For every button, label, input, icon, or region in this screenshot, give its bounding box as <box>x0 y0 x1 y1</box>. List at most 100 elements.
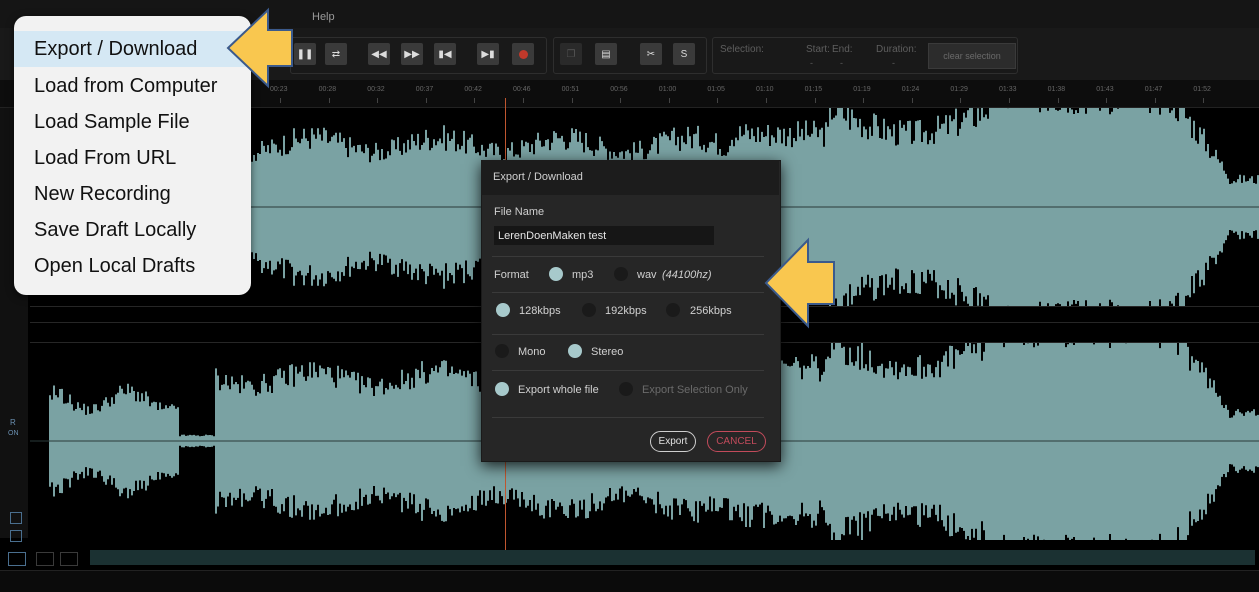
selection-start-label: Start: <box>806 44 830 55</box>
timeline-tick-mark <box>280 98 281 103</box>
timeline-tick: 01:52 <box>1193 86 1211 93</box>
silence-label: S <box>680 48 688 60</box>
timeline-tick-mark <box>1057 98 1059 103</box>
skip-start-button[interactable]: ▮◀ <box>434 43 456 65</box>
timeline-tick-mark <box>620 98 622 103</box>
menu-item-save-draft-locally[interactable]: Save Draft Locally <box>14 212 251 248</box>
menu-item-new-recording[interactable]: New Recording <box>14 176 251 212</box>
format-mp3-label: mp3 <box>572 269 594 281</box>
skip-start-icon: ▮◀ <box>438 48 452 60</box>
pause-button[interactable]: ❚❚ <box>294 43 316 65</box>
horizontal-scrollbar[interactable] <box>90 550 1255 565</box>
mono-label: Mono <box>518 346 546 358</box>
export-button[interactable]: Export <box>650 431 696 452</box>
loop-button[interactable]: ⇄ <box>325 43 347 65</box>
zoom-fit-icon[interactable] <box>60 552 78 566</box>
timeline-tick: 01:19 <box>853 86 871 93</box>
fast-forward-icon: ▶▶ <box>404 48 420 60</box>
timeline-tick-mark <box>766 98 767 103</box>
zoom-out-icon[interactable] <box>36 552 54 566</box>
selection-end-label: End: <box>832 44 853 55</box>
skip-end-button[interactable]: ▶▮ <box>477 43 499 65</box>
bitrate-256-radio[interactable] <box>666 303 680 317</box>
mono-radio[interactable] <box>495 344 509 358</box>
file-menu: Export / Download Load from Computer Loa… <box>14 16 251 295</box>
timeline-tick-mark <box>328 98 330 103</box>
format-wav-label: wav <box>637 269 657 281</box>
timeline-tick: 01:15 <box>804 86 823 93</box>
dialog-separator-4 <box>492 370 764 371</box>
dialog-title: Export / Download <box>493 171 583 183</box>
timeline-tick: 01:24 <box>901 86 920 93</box>
record-icon <box>518 49 528 59</box>
timeline-tick-mark <box>911 98 913 103</box>
format-wav-radio[interactable] <box>614 267 628 281</box>
timeline-tick: 01:43 <box>1096 86 1114 93</box>
timeline-tick: 01:38 <box>1047 86 1066 93</box>
export-whole-file-label: Export whole file <box>518 384 599 396</box>
timeline-tick-mark <box>377 98 379 103</box>
menu-item-load-sample-file[interactable]: Load Sample File <box>14 104 251 140</box>
channel-label-on[interactable]: ON <box>8 430 19 437</box>
selection-duration-value: - <box>892 58 895 68</box>
timeline-tick: 00:42 <box>464 86 482 93</box>
cancel-button[interactable]: CANCEL <box>707 431 766 452</box>
silence-button[interactable]: S <box>673 43 695 65</box>
bitrate-192-label: 192kbps <box>605 305 647 317</box>
timeline-tick-mark <box>571 98 573 103</box>
bitrate-128-radio[interactable] <box>496 303 510 317</box>
copy-button[interactable]: ❐ <box>560 43 582 65</box>
selection-duration-label: Duration: <box>876 44 917 55</box>
pause-icon: ❚❚ <box>296 48 314 60</box>
rewind-icon: ◀◀ <box>371 48 387 60</box>
stereo-radio[interactable] <box>568 344 582 358</box>
export-selection-only-label: Export Selection Only <box>642 384 748 396</box>
copy-icon: ❐ <box>566 48 576 60</box>
menu-item-open-local-drafts[interactable]: Open Local Drafts <box>14 248 251 284</box>
timeline-tick-mark <box>1009 98 1010 103</box>
dialog-separator-5 <box>492 417 764 418</box>
export-selection-only-radio[interactable] <box>619 382 633 396</box>
rewind-button[interactable]: ◀◀ <box>368 43 390 65</box>
track-control-icon[interactable] <box>10 512 22 524</box>
paste-button[interactable]: ▤ <box>595 43 617 65</box>
timeline-tick-mark <box>474 98 476 103</box>
timeline-tick: 00:46 <box>513 86 531 93</box>
timeline-tick-mark <box>668 98 670 103</box>
export-whole-file-radio[interactable] <box>495 382 509 396</box>
timeline-tick: 01:33 <box>999 86 1017 93</box>
stereo-label: Stereo <box>591 346 624 358</box>
timeline-tick-mark <box>1154 98 1156 103</box>
zoom-icon[interactable] <box>8 552 26 566</box>
timeline-tick: 00:28 <box>318 86 337 93</box>
bitrate-192-radio[interactable] <box>582 303 596 317</box>
file-name-input[interactable] <box>494 226 714 245</box>
bitrate-128-label: 128kbps <box>519 305 561 317</box>
selection-label: Selection: <box>720 44 764 55</box>
clear-selection-button[interactable]: clear selection <box>928 43 1016 69</box>
menu-help[interactable]: Help <box>312 11 335 23</box>
selection-start-value: - <box>810 58 813 68</box>
bitrate-256-label: 256kbps <box>690 305 732 317</box>
timeline-tick: 00:37 <box>415 86 434 93</box>
timeline-tick: 01:47 <box>1144 86 1163 93</box>
timeline-tick: 01:29 <box>950 86 968 93</box>
menu-item-load-from-url[interactable]: Load From URL <box>14 140 251 176</box>
timeline-tick-mark <box>960 98 962 103</box>
dialog-separator-2 <box>492 292 764 293</box>
menu-item-load-from-computer[interactable]: Load from Computer <box>14 68 251 104</box>
track-control-icon-2[interactable] <box>10 530 22 542</box>
dialog-separator <box>492 256 764 257</box>
format-mp3-radio[interactable] <box>549 267 563 281</box>
format-wav-note: (44100hz) <box>662 269 712 281</box>
channel-label-r: R <box>10 418 16 427</box>
timeline-tick-mark <box>1203 98 1205 103</box>
cut-button[interactable]: ✂ <box>640 43 662 65</box>
timeline-tick-mark <box>1106 98 1108 103</box>
fast-forward-button[interactable]: ▶▶ <box>401 43 423 65</box>
timeline-tick: 00:51 <box>561 86 580 93</box>
dialog-separator-3 <box>492 334 764 335</box>
timeline-tick: 01:05 <box>707 86 725 93</box>
record-button[interactable] <box>512 43 534 65</box>
menu-item-export-download[interactable]: Export / Download <box>14 31 251 67</box>
